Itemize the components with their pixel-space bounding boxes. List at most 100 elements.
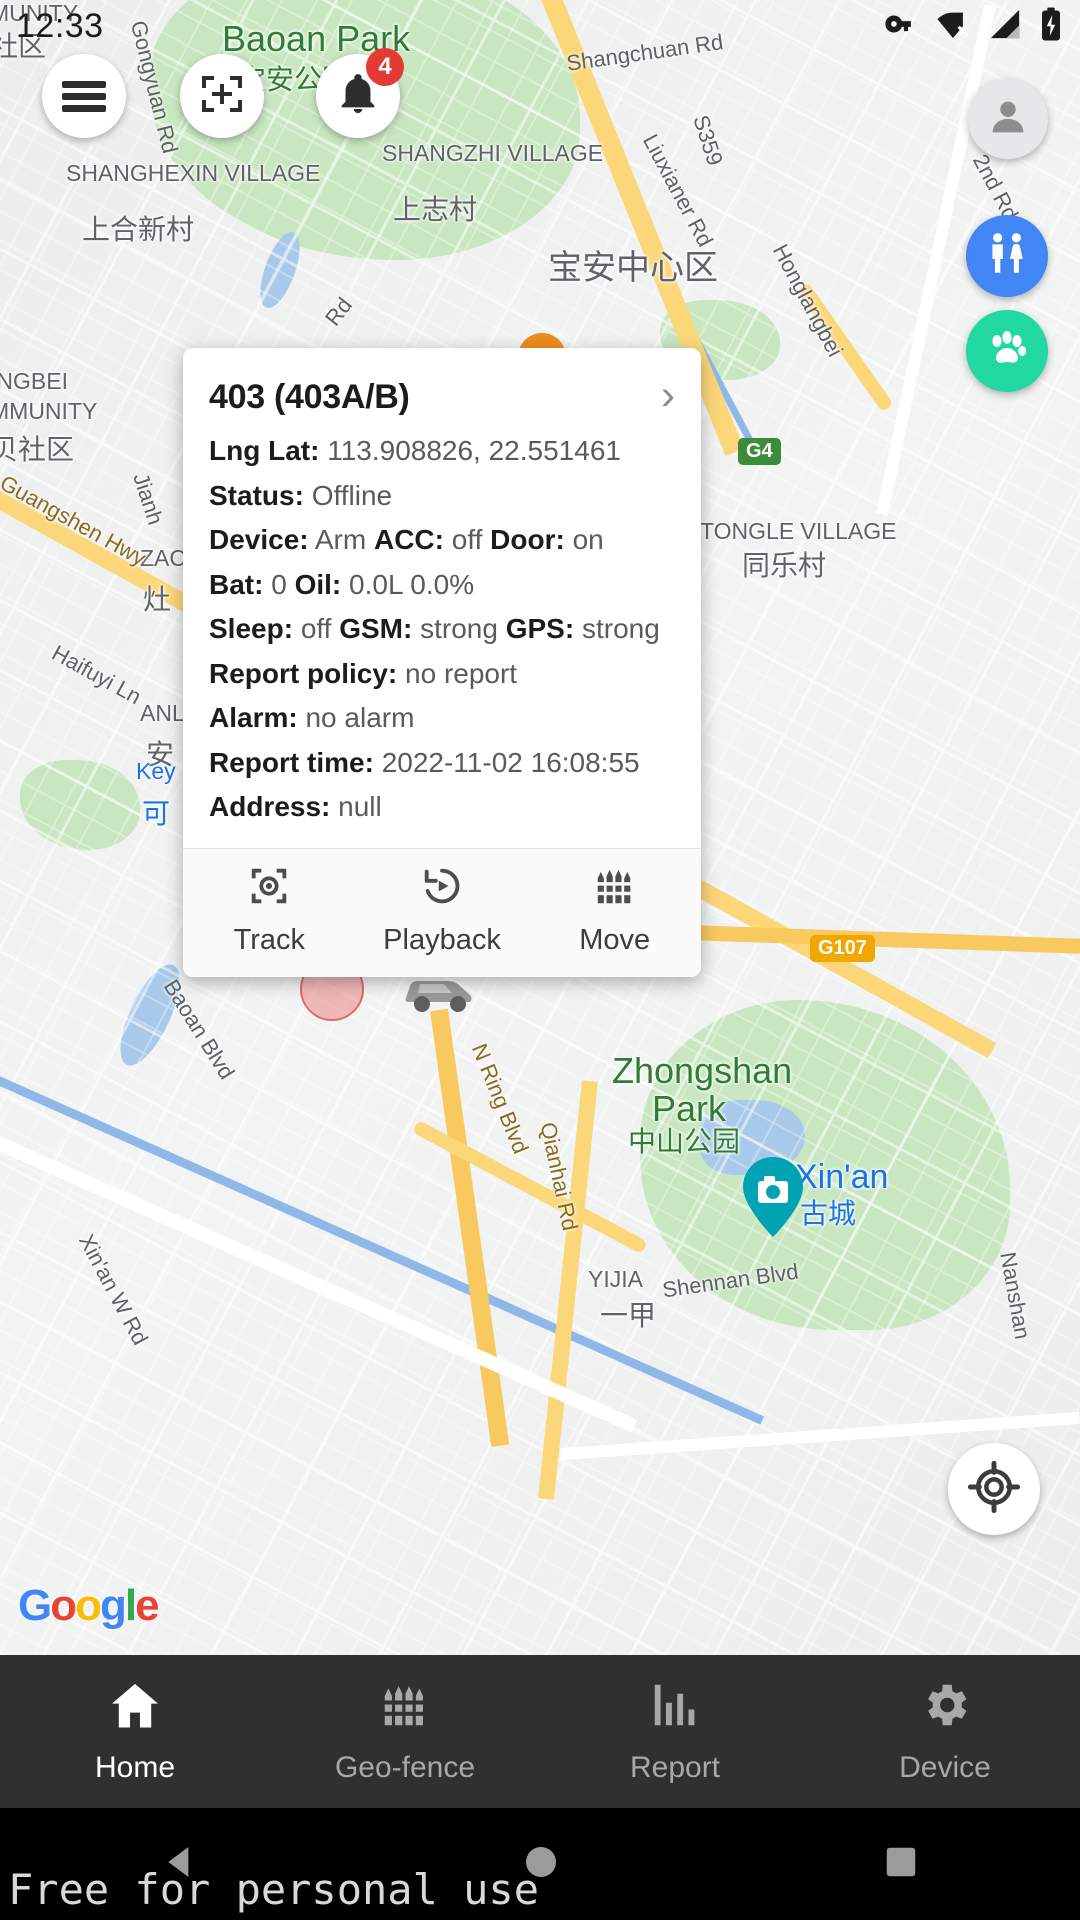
map-label-shanghexin-cn: 上合新村 <box>82 214 195 245</box>
info-row-report-time: Report time: 2022-11-02 16:08:55 <box>209 741 675 786</box>
playback-button[interactable]: Playback <box>356 849 529 977</box>
info-row-alarm: Alarm: no alarm <box>209 696 675 741</box>
info-value-alarm: no alarm <box>305 702 415 733</box>
info-row-signal: Sleep: off GSM: strong GPS: strong <box>209 607 675 652</box>
device-title: 403 (403A/B) <box>209 378 410 416</box>
info-label-status: Status: <box>209 479 304 511</box>
device-info-card-header: 403 (403A/B) › <box>183 348 701 423</box>
family-button[interactable] <box>966 215 1048 297</box>
watermark-text: Free for personal use <box>8 1865 540 1914</box>
app-root: Baoan Park 宝安公园 SHANGHEXIN VILLAGE 上合新村 … <box>0 0 1080 1920</box>
map-shield-g4: G4 <box>738 438 781 465</box>
info-label-gsm: GSM: <box>339 613 413 644</box>
device-card-actions: Track Playback Move <box>183 847 701 977</box>
my-location-button[interactable] <box>948 1443 1040 1535</box>
move-label: Move <box>579 923 651 956</box>
playback-label: Playback <box>383 923 501 956</box>
notifications-button[interactable]: 4 <box>316 48 404 138</box>
history-replay-icon <box>419 863 465 914</box>
map-label-shangzhi-cn: 上志村 <box>393 194 478 225</box>
info-label-device: Device: <box>209 524 309 555</box>
map-label-tongle: TONGLE VILLAGE <box>700 518 897 544</box>
nav-item-device[interactable]: Device <box>810 1655 1080 1808</box>
nav-label-report: Report <box>629 1751 721 1784</box>
move-button[interactable]: Move <box>528 849 701 977</box>
pet-button[interactable] <box>966 310 1048 392</box>
family-icon <box>982 229 1032 284</box>
map-poi-pin-xinan[interactable] <box>740 1155 806 1244</box>
map-label-shanghexin: SHANGHEXIN VILLAGE <box>66 160 321 186</box>
person-icon <box>985 94 1031 145</box>
info-label-door: Door: <box>490 524 565 555</box>
fence-icon <box>378 1678 432 1737</box>
device-info-card[interactable]: 403 (403A/B) › Lng Lat: 113.908826, 22.5… <box>183 348 701 977</box>
info-value-bat: 0 <box>271 568 287 600</box>
map-label-zhongshan-cn: 中山公园 <box>628 1126 741 1157</box>
nav-item-report[interactable]: Report <box>540 1655 810 1808</box>
map-label-yijia: YIJIA <box>588 1266 643 1292</box>
info-label-bat: Bat: <box>209 568 264 600</box>
gear-icon <box>918 1678 972 1737</box>
chevron-right-icon[interactable]: › <box>661 374 675 416</box>
recents-square-icon[interactable] <box>882 1843 920 1886</box>
info-value-report-policy: no report <box>405 657 518 689</box>
map-label-shangzhi: SHANGZHI VILLAGE <box>382 140 604 166</box>
menu-button[interactable] <box>42 54 126 138</box>
map-label-community-cn: 社区 <box>0 31 47 62</box>
map-label-xingbei: INGBEI <box>0 368 68 394</box>
info-label-alarm: Alarm: <box>209 702 298 733</box>
nav-label-geofence: Geo-fence <box>334 1751 476 1784</box>
map-label-community: MUNITY <box>0 0 79 26</box>
track-button[interactable]: Track <box>183 849 356 977</box>
info-value-report-time: 2022-11-02 16:08:55 <box>381 746 640 778</box>
map-label-zhongshan: Zhongshan <box>612 1050 793 1091</box>
map-label-xinan-ancient-cn[interactable]: 古城 <box>800 1192 856 1232</box>
info-value-address: null <box>338 791 382 822</box>
map-label-keyuan-cn[interactable]: 可 <box>142 792 170 832</box>
device-info-rows: Lng Lat: 113.908826, 22.551461 Status: O… <box>183 423 701 848</box>
info-value-acc: off <box>451 524 483 555</box>
nav-label-home: Home <box>94 1751 176 1784</box>
info-value-device: Arm <box>314 524 367 555</box>
info-value-oil: 0.0L 0.0% <box>349 568 475 600</box>
info-value-door: on <box>572 524 604 555</box>
map-shield-g107: G107 <box>810 935 875 962</box>
track-target-icon <box>246 863 292 914</box>
track-label: Track <box>233 923 306 956</box>
info-row-report-policy: Report policy: no report <box>209 652 675 697</box>
map-label-xingbei-cn: 贝社区 <box>0 434 75 465</box>
info-label-address: Address: <box>209 791 331 822</box>
map-label-keyuan[interactable]: Key <box>136 758 176 785</box>
my-location-icon <box>967 1460 1021 1519</box>
nav-item-home[interactable]: Home <box>0 1655 270 1808</box>
info-label-report-time: Report time: <box>209 746 374 778</box>
map-label-tongle-cn: 同乐村 <box>742 550 827 581</box>
account-button[interactable] <box>968 79 1048 159</box>
info-label-sleep: Sleep: <box>209 613 294 644</box>
home-icon <box>108 1678 162 1737</box>
info-label-oil: Oil: <box>294 568 342 600</box>
notifications-badge: 4 <box>366 48 404 86</box>
info-value-gsm: strong <box>420 613 498 644</box>
info-value-status: Offline <box>311 479 393 511</box>
info-value-lnglat: 113.908826, 22.551461 <box>327 435 621 466</box>
bar-chart-icon <box>648 1678 702 1737</box>
info-row-address: Address: null <box>209 785 675 830</box>
info-label-report-policy: Report policy: <box>209 657 398 689</box>
info-row-lnglat: Lng Lat: 113.908826, 22.551461 <box>209 429 675 474</box>
info-row-battery: Bat: 0 Oil: 0.0L 0.0% <box>209 563 675 608</box>
info-value-gps: strong <box>581 613 660 644</box>
info-label-lnglat: Lng Lat: <box>209 435 320 466</box>
scan-button[interactable] <box>180 54 264 138</box>
nav-label-device: Device <box>899 1751 991 1784</box>
bottom-navigation: Home Geo-fence Report Device <box>0 1655 1080 1808</box>
info-label-gps: GPS: <box>505 613 575 644</box>
info-row-device: Device: Arm ACC: off Door: on <box>209 518 675 563</box>
menu-icon <box>62 76 106 117</box>
map-label-zacheng-cn: 灶 <box>143 584 172 615</box>
info-value-sleep: off <box>300 613 332 644</box>
map-label-anle: ANL <box>140 700 185 726</box>
nav-item-geofence[interactable]: Geo-fence <box>270 1655 540 1808</box>
scan-crosshair-icon <box>198 70 246 123</box>
paw-icon <box>983 325 1031 378</box>
